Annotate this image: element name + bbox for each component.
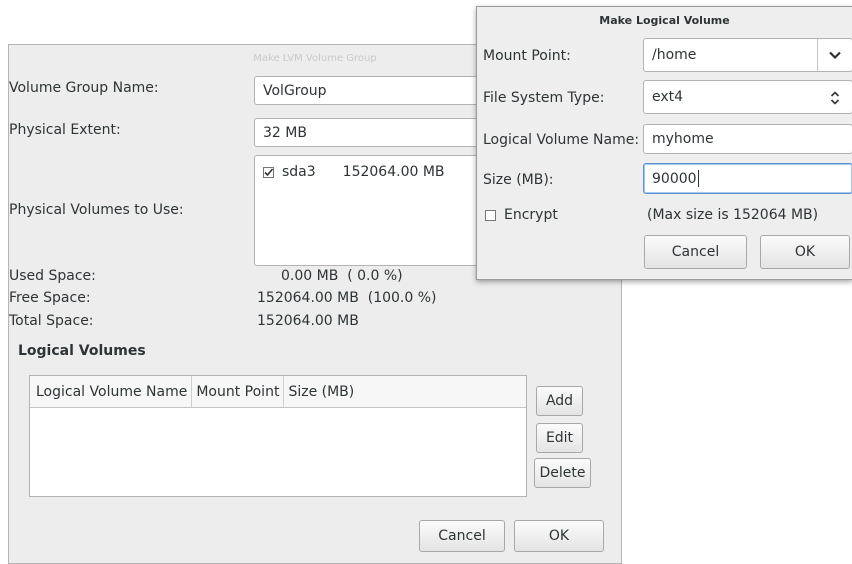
used-space-label: Used Space: bbox=[9, 268, 96, 284]
used-space-value: 0.00 MB ( 0.0 %) bbox=[281, 268, 403, 284]
logical-volumes-heading: Logical Volumes bbox=[18, 343, 146, 359]
add-button[interactable]: Add bbox=[536, 386, 583, 416]
updown-icon bbox=[830, 90, 840, 106]
lv-name-label: Logical Volume Name: bbox=[483, 132, 640, 148]
cancel-button[interactable]: Cancel bbox=[419, 520, 505, 552]
total-space-label: Total Space: bbox=[9, 313, 94, 329]
ok-button[interactable]: OK bbox=[760, 235, 850, 269]
column-size[interactable]: Size (MB) bbox=[284, 376, 358, 407]
table-header: Logical Volume Name Mount Point Size (MB… bbox=[30, 376, 526, 408]
total-space-value: 152064.00 MB bbox=[257, 313, 359, 329]
fs-type-select[interactable]: ext4 bbox=[643, 80, 852, 114]
encrypt-label: Encrypt bbox=[504, 207, 558, 223]
logical-volumes-table[interactable]: Logical Volume Name Mount Point Size (MB… bbox=[29, 375, 527, 497]
physical-volumes-list[interactable]: sda3 152064.00 MB bbox=[254, 155, 494, 266]
physical-extent-select[interactable]: 32 MB bbox=[254, 118, 494, 147]
column-mount-point[interactable]: Mount Point bbox=[192, 376, 285, 407]
checkbox-icon[interactable] bbox=[263, 166, 274, 178]
edit-button[interactable]: Edit bbox=[536, 423, 583, 453]
chevron-down-icon[interactable] bbox=[817, 39, 852, 71]
mount-point-label: Mount Point: bbox=[483, 48, 571, 64]
fs-type-value: ext4 bbox=[652, 89, 684, 105]
pv-size: 152064.00 MB bbox=[342, 164, 445, 180]
logical-volume-dialog: Make Logical Volume Mount Point: /home F… bbox=[476, 6, 852, 280]
lv-name-input[interactable]: myhome bbox=[643, 124, 852, 154]
ok-button[interactable]: OK bbox=[514, 520, 604, 552]
pv-name: sda3 bbox=[282, 164, 316, 180]
encrypt-checkbox-row[interactable]: Encrypt bbox=[485, 207, 558, 223]
cancel-button[interactable]: Cancel bbox=[644, 235, 747, 269]
physical-extent-label: Physical Extent: bbox=[9, 122, 121, 138]
volume-group-name-label: Volume Group Name: bbox=[9, 80, 159, 96]
lv-name-value: myhome bbox=[652, 131, 714, 147]
checkbox-icon[interactable] bbox=[485, 209, 496, 221]
max-size-text: (Max size is 152064 MB) bbox=[647, 207, 819, 223]
mount-point-combobox[interactable]: /home bbox=[643, 38, 852, 72]
dialog-title: Make Logical Volume bbox=[599, 14, 730, 27]
text-cursor bbox=[697, 170, 699, 187]
physical-extent-value: 32 MB bbox=[263, 124, 307, 141]
free-space-value: 152064.00 MB (100.0 %) bbox=[257, 290, 437, 306]
volume-group-name-value: VolGroup bbox=[263, 82, 327, 99]
column-logical-volume-name[interactable]: Logical Volume Name bbox=[30, 376, 193, 407]
free-space-label: Free Space: bbox=[9, 290, 91, 306]
physical-volumes-label: Physical Volumes to Use: bbox=[9, 202, 184, 218]
list-item[interactable]: sda3 152064.00 MB bbox=[263, 164, 445, 180]
size-input[interactable]: 90000 bbox=[643, 163, 852, 194]
size-value: 90000 bbox=[652, 170, 697, 187]
volume-group-name-input[interactable]: VolGroup bbox=[254, 76, 494, 105]
fs-type-label: File System Type: bbox=[483, 90, 605, 106]
size-label: Size (MB): bbox=[483, 172, 554, 188]
delete-button[interactable]: Delete bbox=[534, 458, 591, 488]
